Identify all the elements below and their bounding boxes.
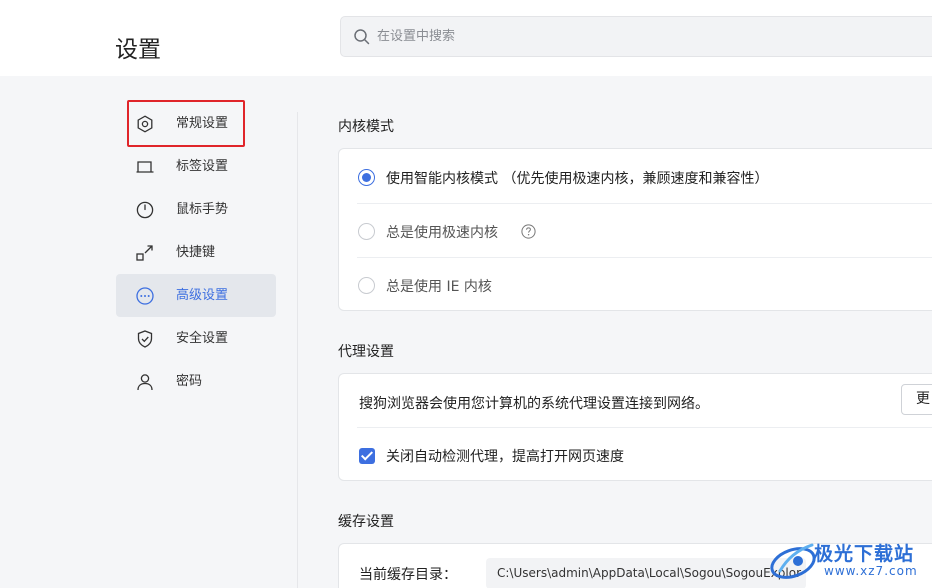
sidebar-item-tabs[interactable]: 标签设置	[116, 145, 276, 188]
page-title: 设置	[115, 37, 161, 63]
gear-icon	[137, 115, 153, 133]
cache-dir-label: 当前缓存目录：	[359, 567, 457, 583]
sidebar-item-security[interactable]: 安全设置	[116, 317, 276, 360]
proxy-description-row: 搜狗浏览器会使用您计算机的系统代理设置连接到网络。 更	[339, 374, 932, 427]
radio-speed-kernel[interactable]	[358, 223, 375, 240]
proxy-settings-button[interactable]: 更	[901, 384, 932, 415]
sidebar-item-shortcuts[interactable]: 快捷键	[116, 231, 276, 274]
kernel-option-smart[interactable]: 使用智能内核模式 （优先使用极速内核，兼顾速度和兼容性）	[339, 149, 932, 203]
sidebar-item-label: 快捷键	[176, 245, 216, 260]
help-icon[interactable]	[521, 224, 536, 239]
mouse-icon	[136, 201, 154, 219]
sidebar-item-advanced[interactable]: 高级设置	[116, 274, 276, 317]
aurora-logo-icon	[770, 543, 816, 579]
radio-smart-kernel[interactable]	[358, 169, 375, 186]
proxy-auto-detect-row[interactable]: 关闭自动检测代理，提高打开网页速度	[339, 428, 932, 482]
auto-detect-label: 关闭自动检测代理，提高打开网页速度	[386, 449, 624, 465]
section-title-proxy: 代理设置	[338, 344, 394, 360]
sidebar-item-label: 安全设置	[176, 331, 229, 346]
sidebar-item-label: 鼠标手势	[176, 202, 229, 217]
proxy-card: 搜狗浏览器会使用您计算机的系统代理设置连接到网络。 更 关闭自动检测代理，提高打…	[338, 373, 932, 481]
sidebar-item-general[interactable]: 常规设置	[116, 102, 276, 145]
kernel-option-ie[interactable]: 总是使用 IE 内核	[339, 258, 932, 312]
user-icon	[137, 374, 153, 391]
radio-ie-kernel[interactable]	[358, 277, 375, 294]
watermark-url: www.xz7.com	[824, 564, 918, 578]
section-title-kernel: 内核模式	[338, 119, 394, 135]
sidebar-item-label: 高级设置	[176, 288, 229, 303]
search-box[interactable]	[340, 16, 932, 57]
option-label: 总是使用 IE 内核	[386, 279, 492, 295]
sidebar-nav: 常规设置 标签设置 鼠标手势 快捷键 高级设置 安全设置 密码	[116, 102, 276, 403]
shield-icon	[137, 330, 153, 348]
shortcut-icon	[136, 245, 153, 261]
cache-dir-path[interactable]: C:\Users\admin\AppData\Local\Sogou\Sogou…	[486, 558, 806, 588]
section-title-cache: 缓存设置	[338, 514, 394, 530]
kernel-card: 使用智能内核模式 （优先使用极速内核，兼顾速度和兼容性） 总是使用极速内核 总是…	[338, 148, 932, 311]
watermark-brand: 极光下载站	[814, 543, 915, 565]
sidebar-item-label: 常规设置	[176, 116, 229, 131]
settings-header: 设置	[0, 0, 932, 76]
auto-detect-checkbox[interactable]	[359, 448, 375, 464]
kernel-option-speed[interactable]: 总是使用极速内核	[339, 204, 932, 257]
sidebar-item-label: 标签设置	[176, 159, 229, 174]
search-input[interactable]	[377, 17, 917, 56]
more-icon	[136, 287, 154, 305]
search-icon	[354, 29, 370, 45]
sidebar-item-mouse-gesture[interactable]: 鼠标手势	[116, 188, 276, 231]
proxy-description: 搜狗浏览器会使用您计算机的系统代理设置连接到网络。	[359, 396, 709, 412]
option-label: 总是使用极速内核	[386, 225, 498, 241]
sidebar-item-password[interactable]: 密码	[116, 360, 276, 403]
watermark-logo: 极光下载站 www.xz7.com	[766, 531, 932, 588]
sidebar-divider	[297, 112, 298, 588]
sidebar-item-label: 密码	[176, 374, 203, 389]
option-label: 使用智能内核模式 （优先使用极速内核，兼顾速度和兼容性）	[386, 171, 769, 187]
tab-icon	[136, 161, 154, 173]
